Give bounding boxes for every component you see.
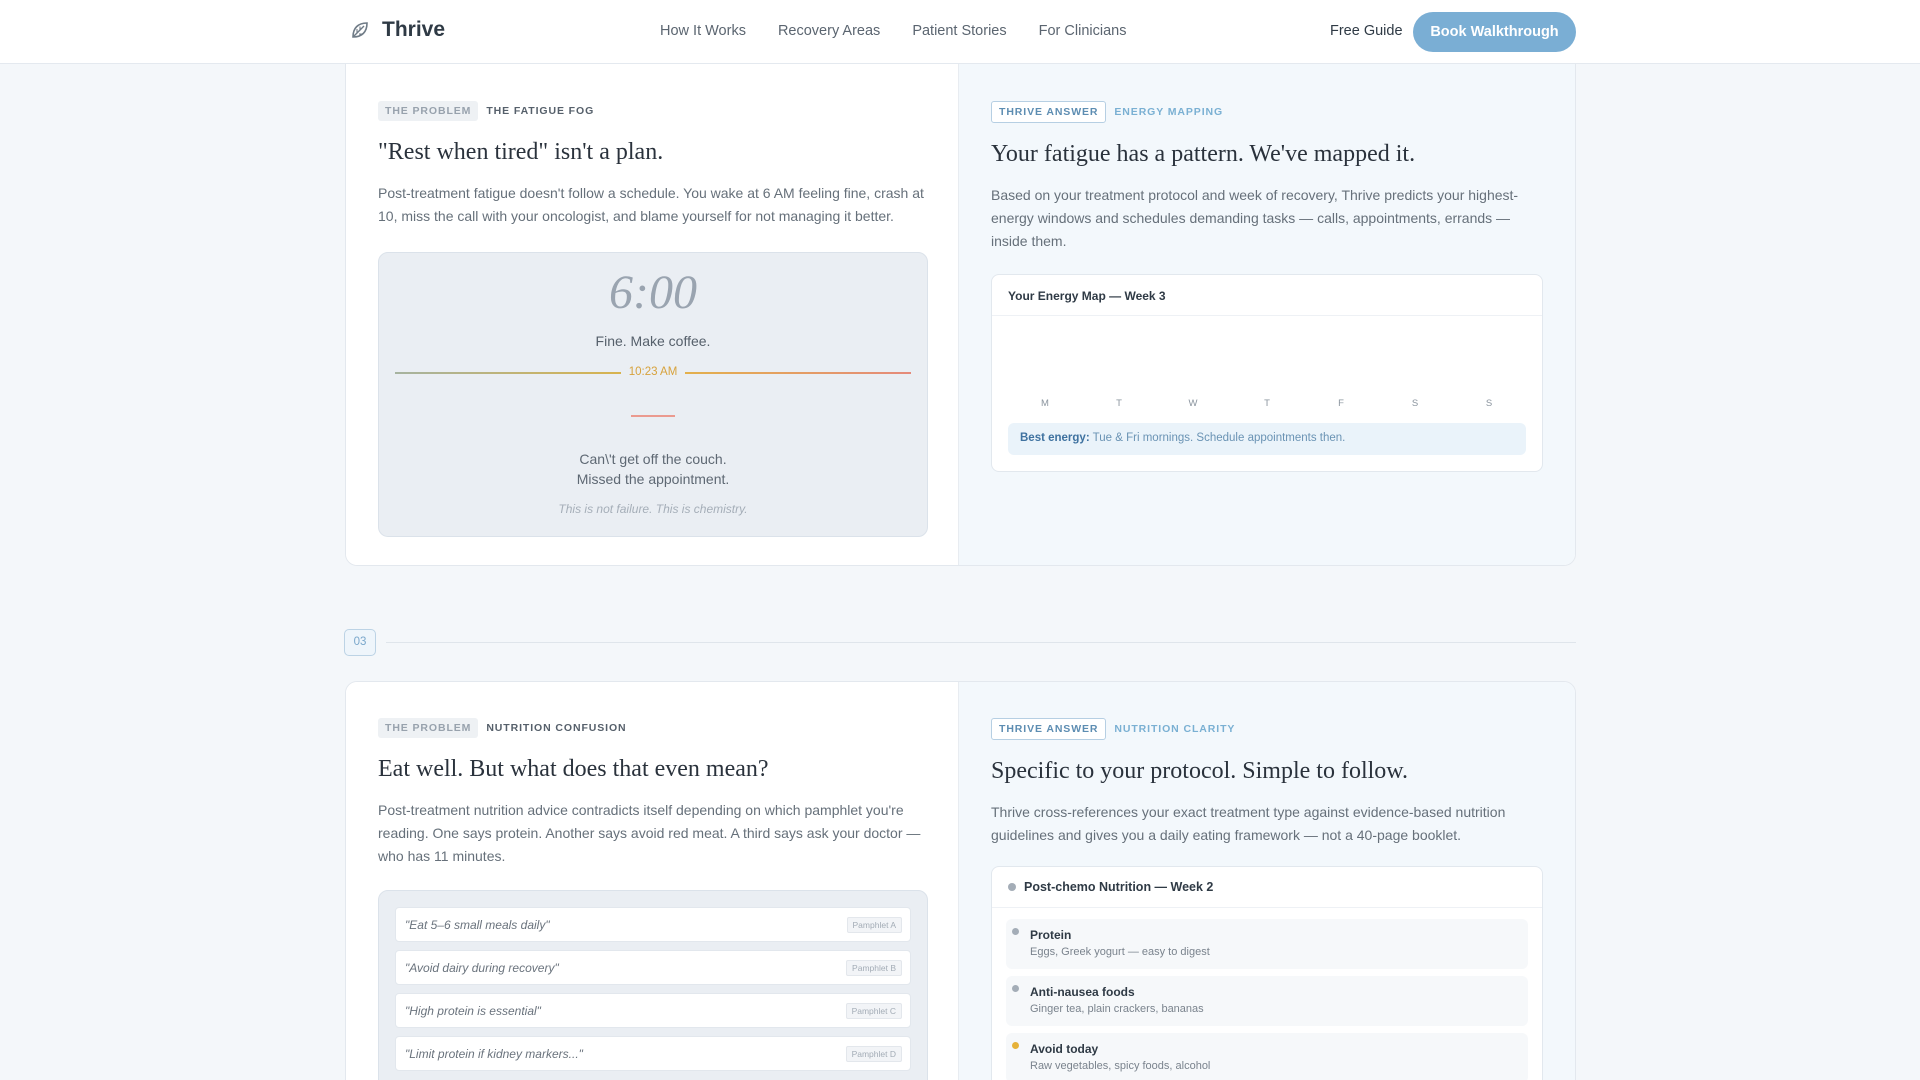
timeline-line-right [685,372,911,374]
nutrition-item-name: Protein [1030,928,1072,942]
answer-body: Thrive cross-references your exact treat… [991,804,1506,843]
status-dot-icon [1008,883,1016,891]
day-label: T [1116,398,1122,409]
answer-subtag: NUTRITION CLARITY [1114,723,1236,735]
status-dot-icon [1012,985,1019,992]
answer-tags: THRIVE ANSWER ENERGY MAPPING [991,101,1543,123]
problem-title: Eat well. But what does that even mean? [378,756,769,782]
nutrition-item-name: Avoid today [1030,1042,1099,1056]
problem-tag: THE PROBLEM [378,718,479,738]
best-energy-label: Best energy: [1020,432,1090,444]
fatigue-problem-column: THE PROBLEM THE FATIGUE FOG "Rest when t… [346,45,959,565]
answer-body: Based on your treatment protocol and wee… [991,187,1519,249]
best-energy-callout: Best energy: Tue & Fri mornings. Schedul… [1008,423,1526,455]
status-dot-icon [1012,928,1019,935]
pamphlet-source: Pamphlet A [846,917,902,933]
nutrition-plan-title: Post-chemo Nutrition — Week 2 [1024,880,1214,894]
nutrition-plan-divider [992,907,1542,908]
fatigue-answer-column: THRIVE ANSWER ENERGY MAPPING Your fatigu… [959,45,1575,565]
answer-subtag: ENERGY MAPPING [1114,106,1224,118]
nav-how-it-works[interactable]: How It Works [660,23,746,39]
nutrition-item-desc: Eggs, Greek yogurt — easy to digest [1030,946,1210,958]
pamphlet-source: Pamphlet D [845,1046,902,1062]
day-label: T [1264,398,1270,409]
energy-map-title: Your Energy Map — Week 3 [1008,289,1166,303]
pamphlet-quote: "Avoid dairy during recovery" [405,961,559,975]
problem-subtag: NUTRITION CONFUSION [486,722,627,734]
best-energy-text: Tue & Fri mornings. Schedule appointment… [1092,432,1346,444]
nav-recovery-areas[interactable]: Recovery Areas [778,23,880,39]
problem-body: Post-treatment fatigue doesn't follow a … [378,185,924,224]
nutrition-item: Avoid today Raw vegetables, spicy foods,… [1006,1033,1528,1080]
pamphlet-quote: "High protein is essential" [405,1004,541,1018]
pamphlet-list-box: "Eat 5–6 small meals daily" Pamphlet A "… [378,890,928,1080]
nutrition-problem-column: THE PROBLEM NUTRITION CONFUSION Eat well… [346,682,959,1080]
nav-for-clinicians[interactable]: For Clinicians [1039,23,1127,39]
answer-tag: THRIVE ANSWER [991,101,1107,123]
nutrition-item-name: Anti-nausea foods [1030,985,1135,999]
nutrition-item-desc: Ginger tea, plain crackers, bananas [1030,1003,1204,1015]
answer-tags: THRIVE ANSWER NUTRITION CLARITY [991,718,1543,740]
crash-line-1: Can\'t get off the couch. [579,451,727,467]
pamphlet-item: "Avoid dairy during recovery" Pamphlet B [395,950,911,985]
nutrition-items: Protein Eggs, Greek yogurt — easy to dig… [1006,919,1528,1080]
problem-tags: THE PROBLEM THE FATIGUE FOG [378,101,926,121]
pamphlet-source: Pamphlet C [845,1003,902,1019]
pamphlet-item: "Limit protein if kidney markers..." Pam… [395,1036,911,1071]
energy-timeline: 10:23 AM [395,366,911,380]
problem-tags: THE PROBLEM NUTRITION CONFUSION [378,718,926,738]
nutrition-item: Anti-nausea foods Ginger tea, plain crac… [1006,976,1528,1026]
nutrition-answer-column: THRIVE ANSWER NUTRITION CLARITY Specific… [959,682,1575,1080]
brand-name: Thrive [382,18,446,41]
fatigue-section: THE PROBLEM THE FATIGUE FOG "Rest when t… [345,44,1576,566]
chemistry-note: This is not failure. This is chemistry. [558,502,748,516]
pamphlet-item: "Eat 5–6 small meals daily" Pamphlet A [395,907,911,942]
problem-subtag: THE FATIGUE FOG [486,105,595,117]
pamphlet-quote: "Eat 5–6 small meals daily" [405,918,550,932]
day-label: F [1338,398,1344,409]
day-label: M [1041,398,1049,409]
crash-line-2: Missed the appointment. [576,471,730,487]
answer-title: Your fatigue has a pattern. We've mapped… [991,141,1416,167]
pamphlet-quote: "Limit protein if kidney markers..." [405,1047,583,1061]
fatigue-timeline-box: 6:00 Fine. Make coffee. 10:23 AM Can\'t … [378,252,928,537]
leaf-logo-icon [352,22,368,38]
free-guide-link[interactable]: Free Guide [1330,23,1403,39]
pamphlet-item: "High protein is essential" Pamphlet C [395,993,911,1028]
pamphlet-source: Pamphlet B [846,960,902,976]
book-walkthrough-button[interactable]: Book Walkthrough [1413,12,1576,52]
nutrition-item-desc: Raw vegetables, spicy foods, alcohol [1030,1060,1211,1072]
day-label: S [1411,398,1419,409]
brand[interactable]: Thrive [350,18,445,42]
day-label: W [1188,398,1198,409]
day-labels: M T W T F S S [1008,398,1526,409]
energy-map-divider [992,315,1542,316]
answer-tag: THRIVE ANSWER [991,718,1107,740]
problem-tag: THE PROBLEM [378,101,479,121]
crash-marker [631,415,675,417]
nutrition-item: Protein Eggs, Greek yogurt — easy to dig… [1006,919,1528,969]
answer-title: Specific to your protocol. Simple to fol… [991,758,1409,784]
nutrition-section: THE PROBLEM NUTRITION CONFUSION Eat well… [345,681,1576,1080]
nav-patient-stories[interactable]: Patient Stories [912,23,1006,39]
energy-map-card: Your Energy Map — Week 3 M T W T F S S B… [991,274,1543,472]
warning-dot-icon [1012,1042,1019,1049]
day-label: S [1485,398,1493,409]
clock-time: 6:00 [609,266,697,319]
morning-state: Fine. Make coffee. [595,333,711,349]
section-number-badge: 03 [344,629,376,656]
nutrition-plan-card: Post-chemo Nutrition — Week 2 Protein Eg… [991,866,1543,1080]
nav-links: How It Works Recovery Areas Patient Stor… [660,23,1126,39]
crash-state: Can\'t get off the couch. Missed the app… [379,449,927,489]
nutrition-plan-header: Post-chemo Nutrition — Week 2 [1008,880,1213,894]
problem-title: "Rest when tired" isn't a plan. [378,139,664,165]
top-navbar: Thrive How It Works Recovery Areas Patie… [0,0,1920,64]
pamphlet-list: "Eat 5–6 small meals daily" Pamphlet A "… [395,907,911,1079]
problem-body: Post-treatment nutrition advice contradi… [378,802,921,864]
section-divider-line [386,642,1576,643]
